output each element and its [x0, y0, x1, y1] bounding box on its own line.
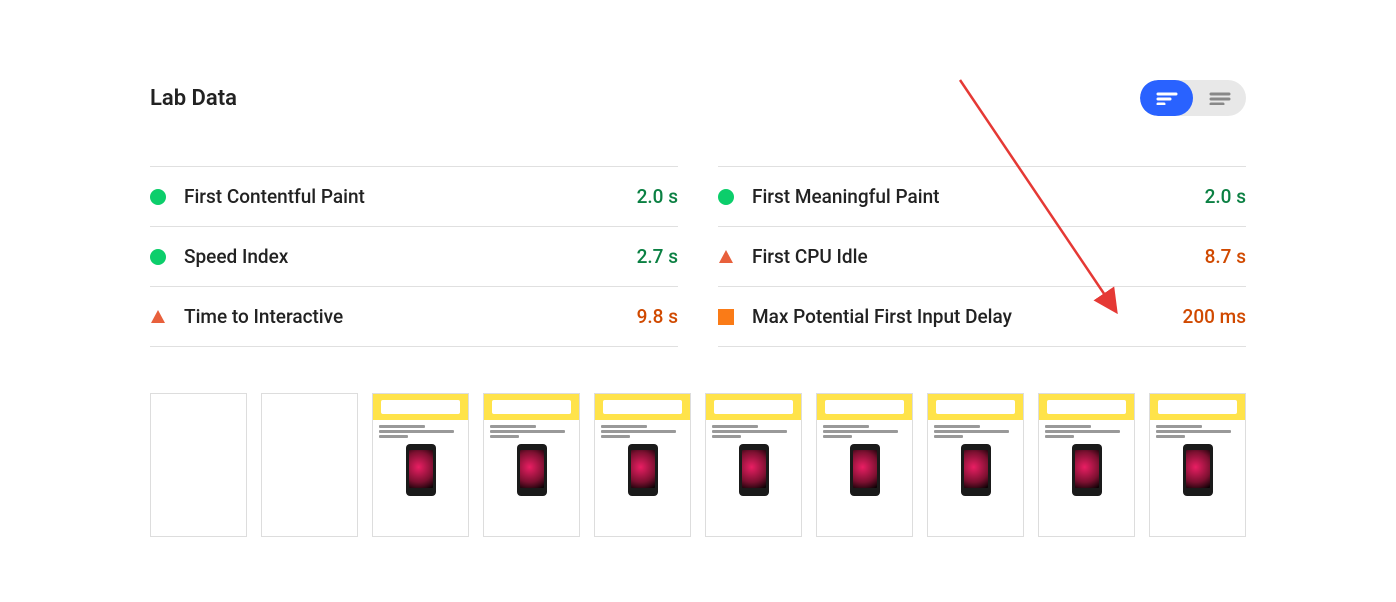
filmstrip-thumbnail[interactable]	[594, 393, 691, 537]
fail-icon	[718, 249, 734, 265]
filmstrip-thumbnail[interactable]	[1149, 393, 1246, 537]
view-toggle-details[interactable]	[1193, 80, 1246, 116]
filmstrip-thumbnail[interactable]	[483, 393, 580, 537]
header-row: Lab Data	[150, 80, 1246, 116]
details-icon	[1209, 91, 1231, 105]
metric-label: Time to Interactive	[184, 305, 619, 328]
metric-value: 2.0 s	[637, 185, 678, 208]
filmstrip	[150, 393, 1246, 537]
pass-icon	[150, 189, 166, 205]
metric-value: 8.7 s	[1205, 245, 1246, 268]
metrics-col-left: First Contentful Paint 2.0 s Speed Index…	[150, 166, 678, 347]
pass-icon	[718, 189, 734, 205]
filmstrip-thumbnail[interactable]	[816, 393, 913, 537]
filmstrip-thumbnail[interactable]	[1038, 393, 1135, 537]
metric-row[interactable]: Speed Index 2.7 s	[150, 226, 678, 286]
average-icon	[718, 309, 734, 325]
page-title: Lab Data	[150, 86, 237, 111]
view-toggle-summary[interactable]	[1140, 80, 1193, 116]
metrics-col-right: First Meaningful Paint 2.0 s First CPU I…	[718, 166, 1246, 347]
filmstrip-thumbnail[interactable]	[150, 393, 247, 537]
metric-row[interactable]: First CPU Idle 8.7 s	[718, 226, 1246, 286]
summary-icon	[1156, 91, 1178, 105]
metric-label: First Meaningful Paint	[752, 185, 1187, 208]
metric-label: Max Potential First Input Delay	[752, 305, 1165, 328]
metric-row[interactable]: Max Potential First Input Delay 200 ms	[718, 286, 1246, 347]
metric-value: 200 ms	[1183, 305, 1246, 328]
metric-value: 2.0 s	[1205, 185, 1246, 208]
metric-row[interactable]: First Meaningful Paint 2.0 s	[718, 166, 1246, 226]
metric-label: Speed Index	[184, 245, 619, 268]
fail-icon	[150, 309, 166, 325]
metric-label: First Contentful Paint	[184, 185, 619, 208]
filmstrip-thumbnail[interactable]	[927, 393, 1024, 537]
metric-value: 2.7 s	[637, 245, 678, 268]
metric-row[interactable]: First Contentful Paint 2.0 s	[150, 166, 678, 226]
metric-label: First CPU Idle	[752, 245, 1187, 268]
view-toggle	[1140, 80, 1246, 116]
filmstrip-thumbnail[interactable]	[372, 393, 469, 537]
metric-row[interactable]: Time to Interactive 9.8 s	[150, 286, 678, 347]
lab-data-section: Lab Data First Contentfu	[0, 0, 1396, 537]
pass-icon	[150, 249, 166, 265]
filmstrip-thumbnail[interactable]	[261, 393, 358, 537]
filmstrip-thumbnail[interactable]	[705, 393, 802, 537]
metrics-grid: First Contentful Paint 2.0 s Speed Index…	[150, 166, 1246, 347]
metric-value: 9.8 s	[637, 305, 678, 328]
